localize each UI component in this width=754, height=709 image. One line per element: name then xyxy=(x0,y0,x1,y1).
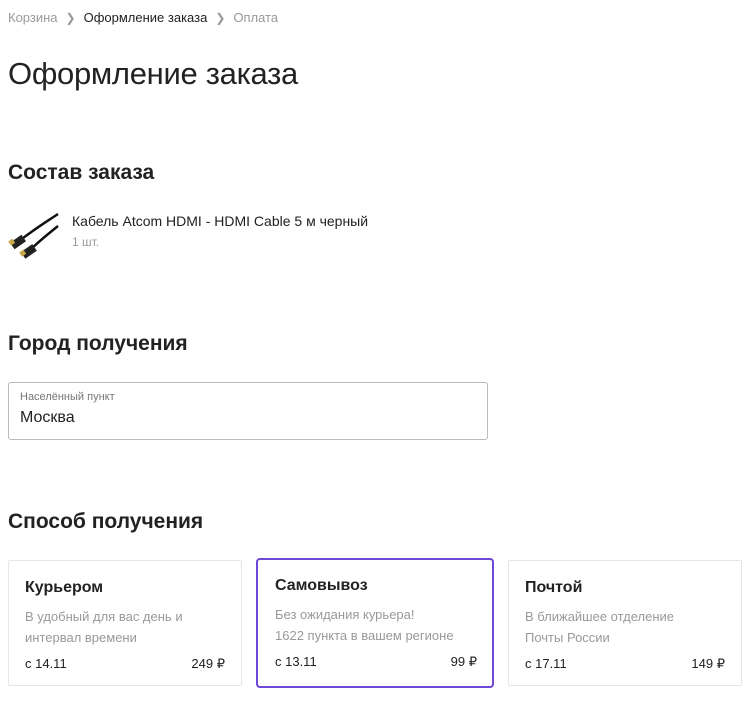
option-desc: В ближайшее отделение xyxy=(525,609,675,624)
option-title: Почтой xyxy=(525,579,583,596)
option-price: 99 ₽ xyxy=(450,654,477,669)
order-heading: Состав заказа xyxy=(8,161,155,184)
page-title: Оформление заказа xyxy=(8,56,298,91)
option-desc: Почты России xyxy=(525,630,610,645)
chevron-right-icon: ❯ xyxy=(65,10,76,25)
option-price: 249 ₽ xyxy=(191,656,225,671)
product-image xyxy=(8,212,59,259)
breadcrumb-checkout: Оформление заказа xyxy=(83,10,208,25)
delivery-option-courier[interactable]: Курьером В удобный для вас день и интерва… xyxy=(8,560,242,686)
option-date: с 13.11 xyxy=(275,654,317,669)
breadcrumb: Корзина ❯ Оформление заказа ❯ Оплата xyxy=(8,10,278,25)
product-quantity: 1 шт. xyxy=(72,235,100,249)
city-heading: Город получения xyxy=(8,332,188,355)
option-date: с 14.11 xyxy=(25,656,67,671)
option-title: Курьером xyxy=(25,579,104,596)
option-desc: В удобный для вас день и xyxy=(25,609,183,624)
option-title: Самовывоз xyxy=(275,577,368,594)
option-date: с 17.11 xyxy=(525,656,567,671)
chevron-right-icon: ❯ xyxy=(215,10,226,25)
delivery-option-post[interactable]: Почтой В ближайшее отделение Почты России… xyxy=(508,560,742,686)
breadcrumb-payment: Оплата xyxy=(233,10,279,25)
city-field[interactable]: Населённый пункт xyxy=(8,382,488,440)
city-input[interactable] xyxy=(20,409,470,427)
option-desc: Без ожидания курьера! xyxy=(275,607,415,622)
delivery-option-pickup[interactable]: Самовывоз Без ожидания курьера! 1622 пунк… xyxy=(256,558,494,688)
option-desc: 1622 пункта в вашем регионе xyxy=(275,628,454,643)
product-name[interactable]: Кабель Atcom HDMI - HDMI Cable 5 м черны… xyxy=(72,213,368,229)
city-field-label: Населённый пункт xyxy=(20,391,115,403)
option-desc: интервал времени xyxy=(25,630,137,645)
breadcrumb-cart[interactable]: Корзина xyxy=(8,10,58,25)
delivery-heading: Способ получения xyxy=(8,510,204,533)
option-price: 149 ₽ xyxy=(691,656,725,671)
